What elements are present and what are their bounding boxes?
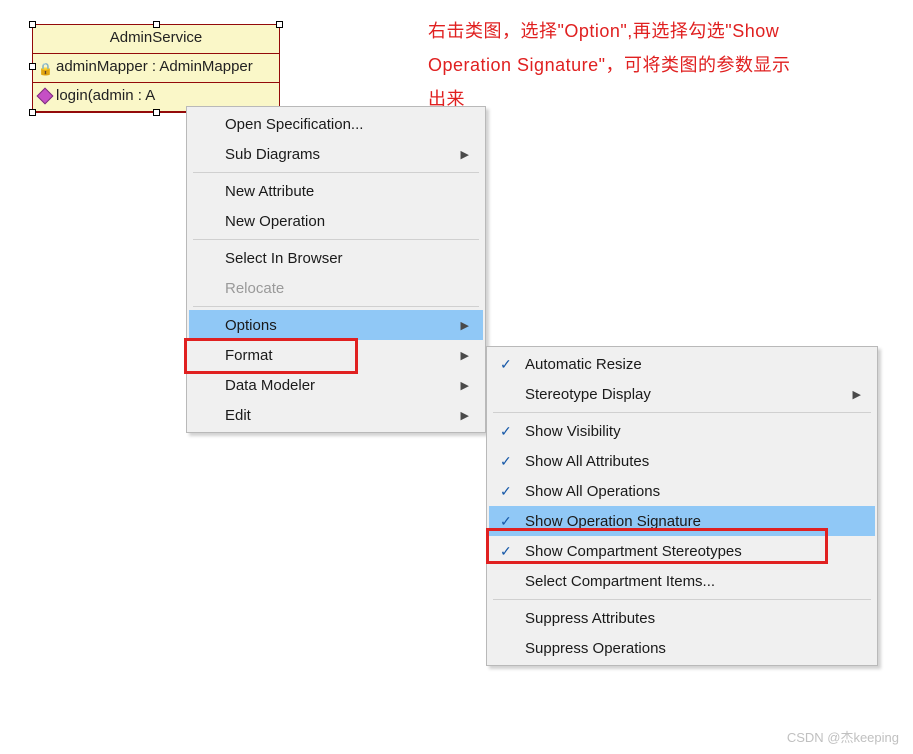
annotation-line: 出来: [428, 82, 888, 116]
menu-separator: [193, 306, 479, 307]
lock-icon: [39, 60, 53, 74]
check-icon: ✓: [500, 423, 512, 440]
menu-format[interactable]: Format ▶: [189, 340, 483, 370]
menu-label: Sub Diagrams: [225, 146, 320, 163]
menu-edit[interactable]: Edit ▶: [189, 400, 483, 430]
menu-label: New Attribute: [225, 183, 314, 200]
annotation-line: 右击类图，选择"Option",再选择勾选"Show: [428, 14, 888, 48]
menu-new-attribute[interactable]: New Attribute: [189, 176, 483, 206]
uml-attributes-section: adminMapper : AdminMapper: [33, 54, 279, 83]
check-icon: ✓: [500, 543, 512, 560]
uml-attribute-text: adminMapper : AdminMapper: [56, 56, 253, 78]
watermark: CSDN @杰keeping: [787, 727, 899, 746]
menu-label: Show Compartment Stereotypes: [525, 543, 742, 560]
selection-handle[interactable]: [29, 63, 36, 70]
menu-sub-diagrams[interactable]: Sub Diagrams ▶: [189, 139, 483, 169]
chevron-right-icon: ▶: [823, 388, 861, 401]
menu-show-operation-signature[interactable]: ✓ Show Operation Signature: [489, 506, 875, 536]
chevron-right-icon: ▶: [431, 319, 469, 332]
menu-label: Show Operation Signature: [525, 513, 701, 530]
menu-data-modeler[interactable]: Data Modeler ▶: [189, 370, 483, 400]
menu-label: Options: [225, 317, 277, 334]
menu-label: Suppress Attributes: [525, 610, 655, 627]
selection-handle[interactable]: [153, 21, 160, 28]
annotation-line: Operation Signature"，可将类图的参数显示: [428, 48, 888, 82]
check-icon: ✓: [500, 513, 512, 530]
menu-label: Select In Browser: [225, 250, 343, 267]
menu-label: Data Modeler: [225, 377, 315, 394]
menu-options[interactable]: Options ▶: [189, 310, 483, 340]
uml-attribute-row[interactable]: adminMapper : AdminMapper: [39, 56, 273, 78]
menu-new-operation[interactable]: New Operation: [189, 206, 483, 236]
menu-show-all-operations[interactable]: ✓ Show All Operations: [489, 476, 875, 506]
chevron-right-icon: ▶: [431, 409, 469, 422]
chevron-right-icon: ▶: [431, 349, 469, 362]
menu-separator: [193, 239, 479, 240]
selection-handle[interactable]: [29, 109, 36, 116]
chevron-right-icon: ▶: [431, 379, 469, 392]
menu-suppress-operations[interactable]: Suppress Operations: [489, 633, 875, 663]
selection-handle[interactable]: [276, 21, 283, 28]
menu-label: Show All Operations: [525, 483, 660, 500]
menu-label: Format: [225, 347, 273, 364]
menu-label: Show All Attributes: [525, 453, 649, 470]
menu-separator: [193, 172, 479, 173]
menu-show-compartment-stereotypes[interactable]: ✓ Show Compartment Stereotypes: [489, 536, 875, 566]
annotation-text: 右击类图，选择"Option",再选择勾选"Show Operation Sig…: [428, 14, 888, 116]
menu-label: Stereotype Display: [525, 386, 651, 403]
check-icon: ✓: [500, 483, 512, 500]
menu-label: Select Compartment Items...: [525, 573, 715, 590]
menu-label: Show Visibility: [525, 423, 621, 440]
menu-open-specification[interactable]: Open Specification...: [189, 109, 483, 139]
uml-class-box[interactable]: AdminService adminMapper : AdminMapper l…: [32, 24, 280, 113]
context-menu-options[interactable]: ✓ Automatic Resize Stereotype Display ▶ ✓ S…: [486, 346, 878, 666]
menu-show-visibility[interactable]: ✓ Show Visibility: [489, 416, 875, 446]
check-icon: ✓: [500, 453, 512, 470]
check-icon: ✓: [500, 356, 512, 373]
menu-label: Edit: [225, 407, 251, 424]
menu-label: Open Specification...: [225, 116, 363, 133]
menu-separator: [493, 412, 871, 413]
menu-label: Automatic Resize: [525, 356, 642, 373]
uml-operation-row[interactable]: login(admin : A: [39, 85, 273, 107]
operation-icon: [37, 88, 54, 105]
uml-class-title: AdminService: [33, 25, 279, 54]
context-menu-main[interactable]: Open Specification... Sub Diagrams ▶ New …: [186, 106, 486, 433]
menu-select-in-browser[interactable]: Select In Browser: [189, 243, 483, 273]
menu-label: Relocate: [225, 280, 284, 297]
menu-show-all-attributes[interactable]: ✓ Show All Attributes: [489, 446, 875, 476]
menu-select-compartment-items[interactable]: Select Compartment Items...: [489, 566, 875, 596]
menu-suppress-attributes[interactable]: Suppress Attributes: [489, 603, 875, 633]
chevron-right-icon: ▶: [431, 148, 469, 161]
menu-relocate: Relocate: [189, 273, 483, 303]
selection-handle[interactable]: [29, 21, 36, 28]
menu-separator: [493, 599, 871, 600]
menu-label: Suppress Operations: [525, 640, 666, 657]
selection-handle[interactable]: [153, 109, 160, 116]
menu-label: New Operation: [225, 213, 325, 230]
menu-automatic-resize[interactable]: ✓ Automatic Resize: [489, 349, 875, 379]
menu-stereotype-display[interactable]: Stereotype Display ▶: [489, 379, 875, 409]
uml-operation-text: login(admin : A: [56, 85, 155, 107]
